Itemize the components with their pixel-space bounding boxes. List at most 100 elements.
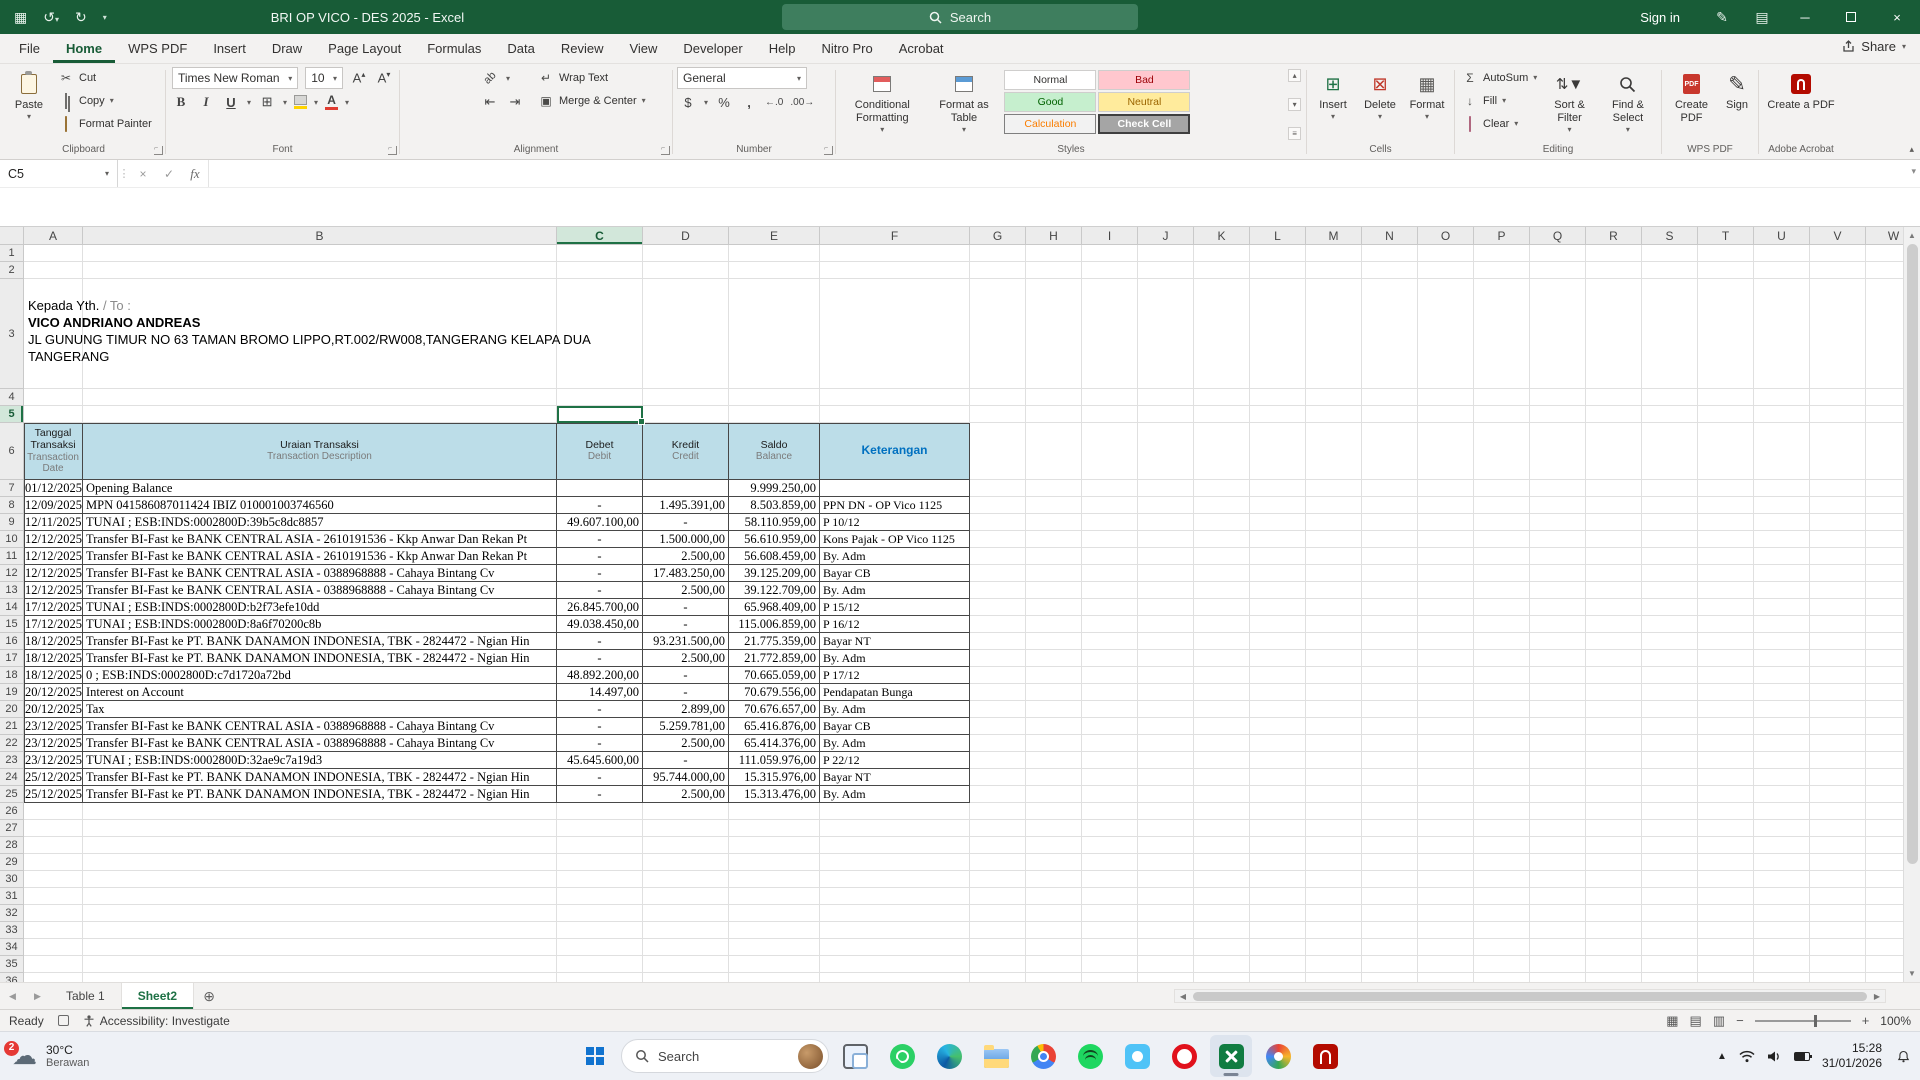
cell-E4[interactable] (729, 389, 820, 406)
cell-P20[interactable] (1474, 701, 1530, 718)
cell-U17[interactable] (1754, 650, 1810, 667)
cell-P30[interactable] (1474, 871, 1530, 888)
cell-G16[interactable] (970, 633, 1026, 650)
cell-N34[interactable] (1362, 939, 1418, 956)
cell-W7[interactable] (1866, 480, 1903, 497)
cell-P23[interactable] (1474, 752, 1530, 769)
cell-D6[interactable]: KreditCredit (643, 423, 729, 480)
zoom-level[interactable]: 100% (1880, 1014, 1911, 1028)
cell-I5[interactable] (1082, 406, 1138, 423)
new-sheet-button[interactable]: ⊕ (194, 983, 224, 1009)
cell-T30[interactable] (1698, 871, 1754, 888)
cell-E8[interactable]: 8.503.859,00 (729, 497, 820, 514)
cell-U27[interactable] (1754, 820, 1810, 837)
cell-G25[interactable] (970, 786, 1026, 803)
cell-C27[interactable] (557, 820, 643, 837)
cell-E15[interactable]: 115.006.859,00 (729, 616, 820, 633)
cell-J14[interactable] (1138, 599, 1194, 616)
excel-taskbar-button[interactable] (1210, 1035, 1252, 1077)
cell-B22[interactable]: Transfer BI-Fast ke BANK CENTRAL ASIA - … (83, 735, 557, 752)
cell-M23[interactable] (1306, 752, 1362, 769)
cell-F34[interactable] (820, 939, 970, 956)
cell-F13[interactable]: By. Adm (820, 582, 970, 599)
cell-N23[interactable] (1362, 752, 1418, 769)
cell-R5[interactable] (1586, 406, 1642, 423)
cell-L17[interactable] (1250, 650, 1306, 667)
cell-A36[interactable] (24, 973, 83, 982)
cell-B9[interactable]: TUNAI ; ESB:INDS:0002800D:39b5c8dc8857 (83, 514, 557, 531)
cell-R6[interactable] (1586, 423, 1642, 480)
cell-I14[interactable] (1082, 599, 1138, 616)
row-header-10[interactable]: 10 (0, 531, 24, 548)
cell-A24[interactable]: 25/12/2025 (24, 769, 83, 786)
cell-L31[interactable] (1250, 888, 1306, 905)
cell-F30[interactable] (820, 871, 970, 888)
row-header-32[interactable]: 32 (0, 905, 24, 922)
cell-Q4[interactable] (1530, 389, 1586, 406)
cell-M15[interactable] (1306, 616, 1362, 633)
cell-I6[interactable] (1082, 423, 1138, 480)
cell-L15[interactable] (1250, 616, 1306, 633)
cell-R11[interactable] (1586, 548, 1642, 565)
cell-D24[interactable]: 95.744.000,00 (643, 769, 729, 786)
opera-taskbar-button[interactable] (1163, 1035, 1205, 1077)
cell-H32[interactable] (1026, 905, 1082, 922)
column-header-A[interactable]: A (24, 227, 83, 245)
cell-I35[interactable] (1082, 956, 1138, 973)
cell-S10[interactable] (1642, 531, 1698, 548)
cell-U7[interactable] (1754, 480, 1810, 497)
cell-G33[interactable] (970, 922, 1026, 939)
cell-D32[interactable] (643, 905, 729, 922)
cell-O19[interactable] (1418, 684, 1474, 701)
formula-input[interactable] (208, 160, 1920, 187)
cell-S31[interactable] (1642, 888, 1698, 905)
cell-U26[interactable] (1754, 803, 1810, 820)
cell-W3[interactable] (1866, 279, 1903, 389)
hidden-icons-chevron-icon[interactable]: ▲ (1717, 1051, 1727, 1062)
cell-K10[interactable] (1194, 531, 1250, 548)
cell-P33[interactable] (1474, 922, 1530, 939)
gallery-up-icon[interactable]: ▴ (1288, 69, 1301, 82)
cell-O22[interactable] (1418, 735, 1474, 752)
cell-E21[interactable]: 65.416.876,00 (729, 718, 820, 735)
cell-T19[interactable] (1698, 684, 1754, 701)
cell-O6[interactable] (1418, 423, 1474, 480)
cell-V14[interactable] (1810, 599, 1866, 616)
cell-U16[interactable] (1754, 633, 1810, 650)
cell-F17[interactable]: By. Adm (820, 650, 970, 667)
cell-S18[interactable] (1642, 667, 1698, 684)
cell-R4[interactable] (1586, 389, 1642, 406)
row-header-13[interactable]: 13 (0, 582, 24, 599)
scroll-up-icon[interactable]: ▲ (1904, 227, 1920, 244)
cell-L32[interactable] (1250, 905, 1306, 922)
cell-C19[interactable]: 14.497,00 (557, 684, 643, 701)
cell-F9[interactable]: P 10/12 (820, 514, 970, 531)
cell-C8[interactable]: - (557, 497, 643, 514)
cell-C28[interactable] (557, 837, 643, 854)
media-app-taskbar-button[interactable] (1116, 1035, 1158, 1077)
cell-S13[interactable] (1642, 582, 1698, 599)
cell-K17[interactable] (1194, 650, 1250, 667)
whatsapp-taskbar-button[interactable] (881, 1035, 923, 1077)
cell-K11[interactable] (1194, 548, 1250, 565)
cell-R3[interactable] (1586, 279, 1642, 389)
cell-K16[interactable] (1194, 633, 1250, 650)
cell-G8[interactable] (970, 497, 1026, 514)
cell-Q8[interactable] (1530, 497, 1586, 514)
cell-D3[interactable] (643, 279, 729, 389)
cell-G4[interactable] (970, 389, 1026, 406)
cell-L20[interactable] (1250, 701, 1306, 718)
insert-function-icon[interactable]: fx (182, 160, 208, 187)
ribbon-tab-acrobat[interactable]: Acrobat (886, 34, 957, 63)
cell-E32[interactable] (729, 905, 820, 922)
cell-J36[interactable] (1138, 973, 1194, 982)
cell-C15[interactable]: 49.038.450,00 (557, 616, 643, 633)
cell-I26[interactable] (1082, 803, 1138, 820)
cell-I10[interactable] (1082, 531, 1138, 548)
cell-R35[interactable] (1586, 956, 1642, 973)
cell-H13[interactable] (1026, 582, 1082, 599)
column-header-M[interactable]: M (1306, 227, 1362, 245)
cell-N25[interactable] (1362, 786, 1418, 803)
weather-widget[interactable]: ☁2 30°C Berawan (0, 1032, 101, 1080)
cell-D15[interactable]: - (643, 616, 729, 633)
